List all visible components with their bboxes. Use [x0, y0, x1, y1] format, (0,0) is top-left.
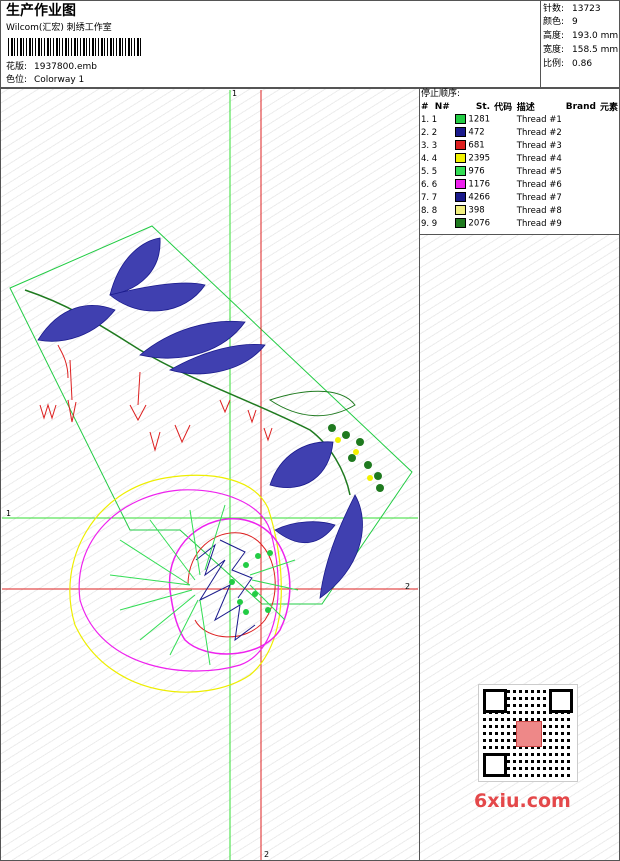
- col-elem: 元素: [599, 103, 618, 113]
- stat-colors-label: 颜色:: [543, 17, 565, 27]
- thread-row: 5. 5 976 Thread #5: [421, 166, 562, 177]
- thread-swatch: [454, 114, 466, 125]
- page-title: 生产作业图: [6, 3, 76, 19]
- shell-magenta-outline: [78, 489, 279, 672]
- thread-row: 8. 8 398 Thread #8: [421, 205, 562, 216]
- thread-table: # N# St. 代码 描述 Brand 元素 1. 1 1281 Thread …: [419, 100, 620, 230]
- thread-swatch: [454, 153, 466, 164]
- colorway-label: 色位:: [6, 75, 28, 85]
- stat-scale-value: 0.86: [572, 59, 593, 69]
- thread-row: 1. 1 1281 Thread #1: [421, 114, 562, 125]
- stat-height-label: 高度:: [543, 31, 565, 41]
- col-code: 代码: [494, 103, 513, 113]
- embroidery-design: [2, 90, 418, 860]
- qr-finder-tr: [549, 689, 573, 713]
- green-buds: [328, 424, 384, 492]
- thread-swatch: [454, 179, 466, 190]
- stat-scale-label: 比例:: [543, 59, 565, 69]
- col-n: N#: [434, 101, 450, 112]
- colorway-name: Colorway 1: [34, 75, 85, 85]
- axis-label-top: 1: [232, 89, 238, 98]
- barcode: [8, 38, 143, 56]
- axis-label-bottom: 2: [264, 850, 270, 859]
- axis-label-left: 1: [6, 509, 12, 518]
- thread-row: 2. 2 472 Thread #2: [421, 127, 562, 138]
- thread-swatch: [454, 218, 466, 229]
- stem-leaf-outline: [268, 390, 356, 417]
- watermark-text: 6xiu.com: [474, 790, 571, 812]
- thread-row: 4. 4 2395 Thread #4: [421, 153, 562, 164]
- thread-row: 7. 7 4266 Thread #7: [421, 192, 562, 203]
- design-name: 1937800.emb: [34, 62, 97, 72]
- green-star-dots: [229, 550, 273, 615]
- stat-width-value: 158.5 mm: [572, 45, 619, 55]
- col-num: #: [421, 101, 429, 112]
- thread-row: 6. 6 1176 Thread #6: [421, 179, 562, 190]
- stat-height-value: 193.0 mm: [572, 31, 619, 41]
- stat-stitches-label: 针数:: [543, 4, 565, 14]
- col-st: St.: [475, 101, 491, 112]
- company-name: Wilcom(汇宏) 刺绣工作室: [6, 23, 112, 33]
- qr-finder-tl: [483, 689, 507, 713]
- thread-swatch: [454, 205, 466, 216]
- thread-row: 9. 9 2076 Thread #9: [421, 218, 562, 229]
- stop-sequence-title: 停止顺序:: [421, 89, 461, 99]
- stat-width-label: 宽度:: [543, 45, 565, 55]
- design-label: 花版:: [6, 62, 28, 72]
- thread-swatch: [454, 166, 466, 177]
- thread-swatch: [454, 140, 466, 151]
- stat-colors-value: 9: [572, 17, 578, 27]
- qr-finder-bl: [483, 753, 507, 777]
- qr-code: [478, 684, 578, 782]
- axis-label-right: 2: [405, 582, 411, 591]
- thread-row: 3. 3 681 Thread #3: [421, 140, 562, 151]
- qr-logo-seal: [516, 721, 542, 747]
- col-desc: 描述: [516, 103, 535, 113]
- stat-stitches-value: 13723: [572, 4, 601, 14]
- thread-swatch: [454, 127, 466, 138]
- col-brand: Brand: [565, 101, 596, 112]
- blue-leaves: [37, 237, 363, 599]
- thread-swatch: [454, 192, 466, 203]
